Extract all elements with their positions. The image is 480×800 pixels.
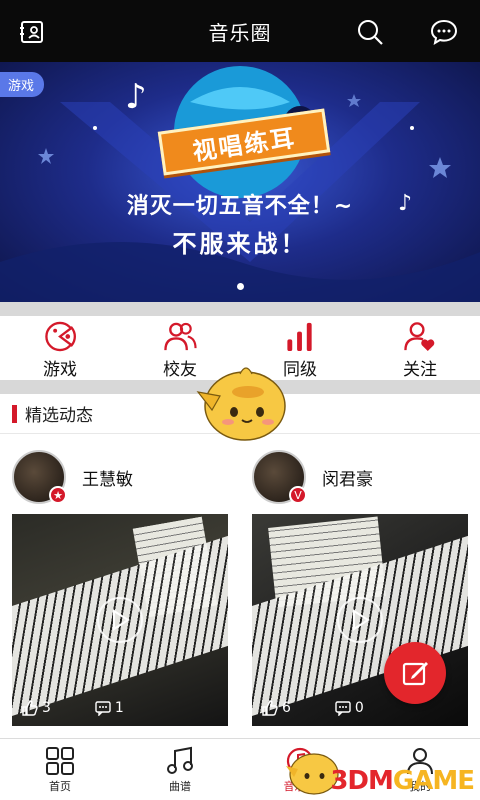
quick-entry-follow[interactable]: 关注 (360, 316, 480, 380)
like-count: 3 (42, 700, 51, 716)
star-badge-icon: ★ (49, 486, 67, 504)
tab-label: 首页 (49, 779, 71, 793)
avatar[interactable]: ★ (12, 450, 67, 504)
banner-background-art: ♪ ♪ (0, 66, 480, 302)
mascot-chick-image (196, 367, 286, 441)
top-bar: 音乐圈 (0, 0, 480, 62)
post-user-name[interactable]: 闵君豪 (322, 465, 373, 490)
post-user[interactable]: ★ 王慧敏 (12, 450, 133, 504)
post-user[interactable]: V 闵君豪 (252, 450, 373, 504)
quick-entry-label: 关注 (403, 360, 437, 380)
compose-button[interactable] (384, 642, 446, 704)
banner-game-tag: 游戏 (0, 72, 45, 97)
quick-entry-label: 游戏 (43, 360, 77, 380)
watermark-logo: 3DMGAME (330, 766, 475, 796)
comment-stat[interactable]: 0 (335, 700, 364, 716)
thumbs-up-icon (22, 700, 38, 716)
comment-count: 1 (114, 700, 124, 716)
watermark-part2: GAME (392, 766, 475, 796)
like-stat[interactable]: 6 (262, 700, 291, 716)
banner-pager-dot[interactable] (236, 283, 244, 290)
svg-text:♪: ♪ (125, 77, 147, 117)
section-title: 精选动态 (25, 406, 93, 426)
post-stats: 3 1 (12, 700, 228, 716)
divider (0, 302, 480, 316)
post-user-name[interactable]: 王慧敏 (82, 465, 133, 490)
chat-bubble-icon[interactable] (426, 14, 462, 50)
banner-slogan-line1: 消灭一切五音不全！~ (126, 194, 354, 219)
tab-scores[interactable]: 曲谱 (120, 739, 240, 800)
like-count: 6 (282, 700, 291, 716)
post-card[interactable]: ★ 王慧敏 3 1 (0, 440, 240, 736)
verified-badge-icon: V (289, 486, 307, 504)
avatar[interactable]: V (252, 450, 307, 504)
people-icon (164, 322, 197, 351)
promo-banner[interactable]: ♪ ♪ 游戏 视唱练耳 消灭一切五音不全！~ 不服来战！ (0, 62, 480, 302)
play-icon[interactable] (97, 597, 143, 643)
thumbs-up-icon (262, 700, 278, 716)
tab-home[interactable]: 首页 (0, 739, 120, 800)
game-controller-icon (45, 321, 76, 352)
post-stats: 6 0 (252, 700, 468, 716)
comment-icon (95, 701, 111, 716)
like-stat[interactable]: 3 (22, 700, 51, 716)
music-note-icon (167, 746, 193, 774)
post-video-thumbnail[interactable]: 3 1 (12, 514, 228, 726)
post-card[interactable]: V 闵君豪 6 0 (240, 440, 480, 736)
edit-icon (402, 662, 428, 686)
banner-slogan-line2: 不服来战！ (172, 230, 308, 258)
play-icon[interactable] (337, 597, 383, 643)
page-title: 音乐圈 (208, 20, 272, 45)
level-bars-icon (287, 322, 312, 352)
banner-pager[interactable] (0, 283, 480, 290)
watermark-part1: 3DM (330, 766, 394, 796)
search-icon[interactable] (352, 14, 388, 50)
comment-icon (335, 701, 351, 716)
follow-heart-icon (404, 322, 435, 352)
comment-count: 0 (354, 700, 364, 716)
section-accent-bar (12, 404, 17, 423)
grid-icon (46, 746, 74, 775)
comment-stat[interactable]: 1 (95, 700, 124, 716)
tab-label: 曲谱 (169, 779, 191, 793)
quick-entry-game[interactable]: 游戏 (0, 316, 120, 380)
profile-card-icon[interactable] (14, 14, 50, 50)
